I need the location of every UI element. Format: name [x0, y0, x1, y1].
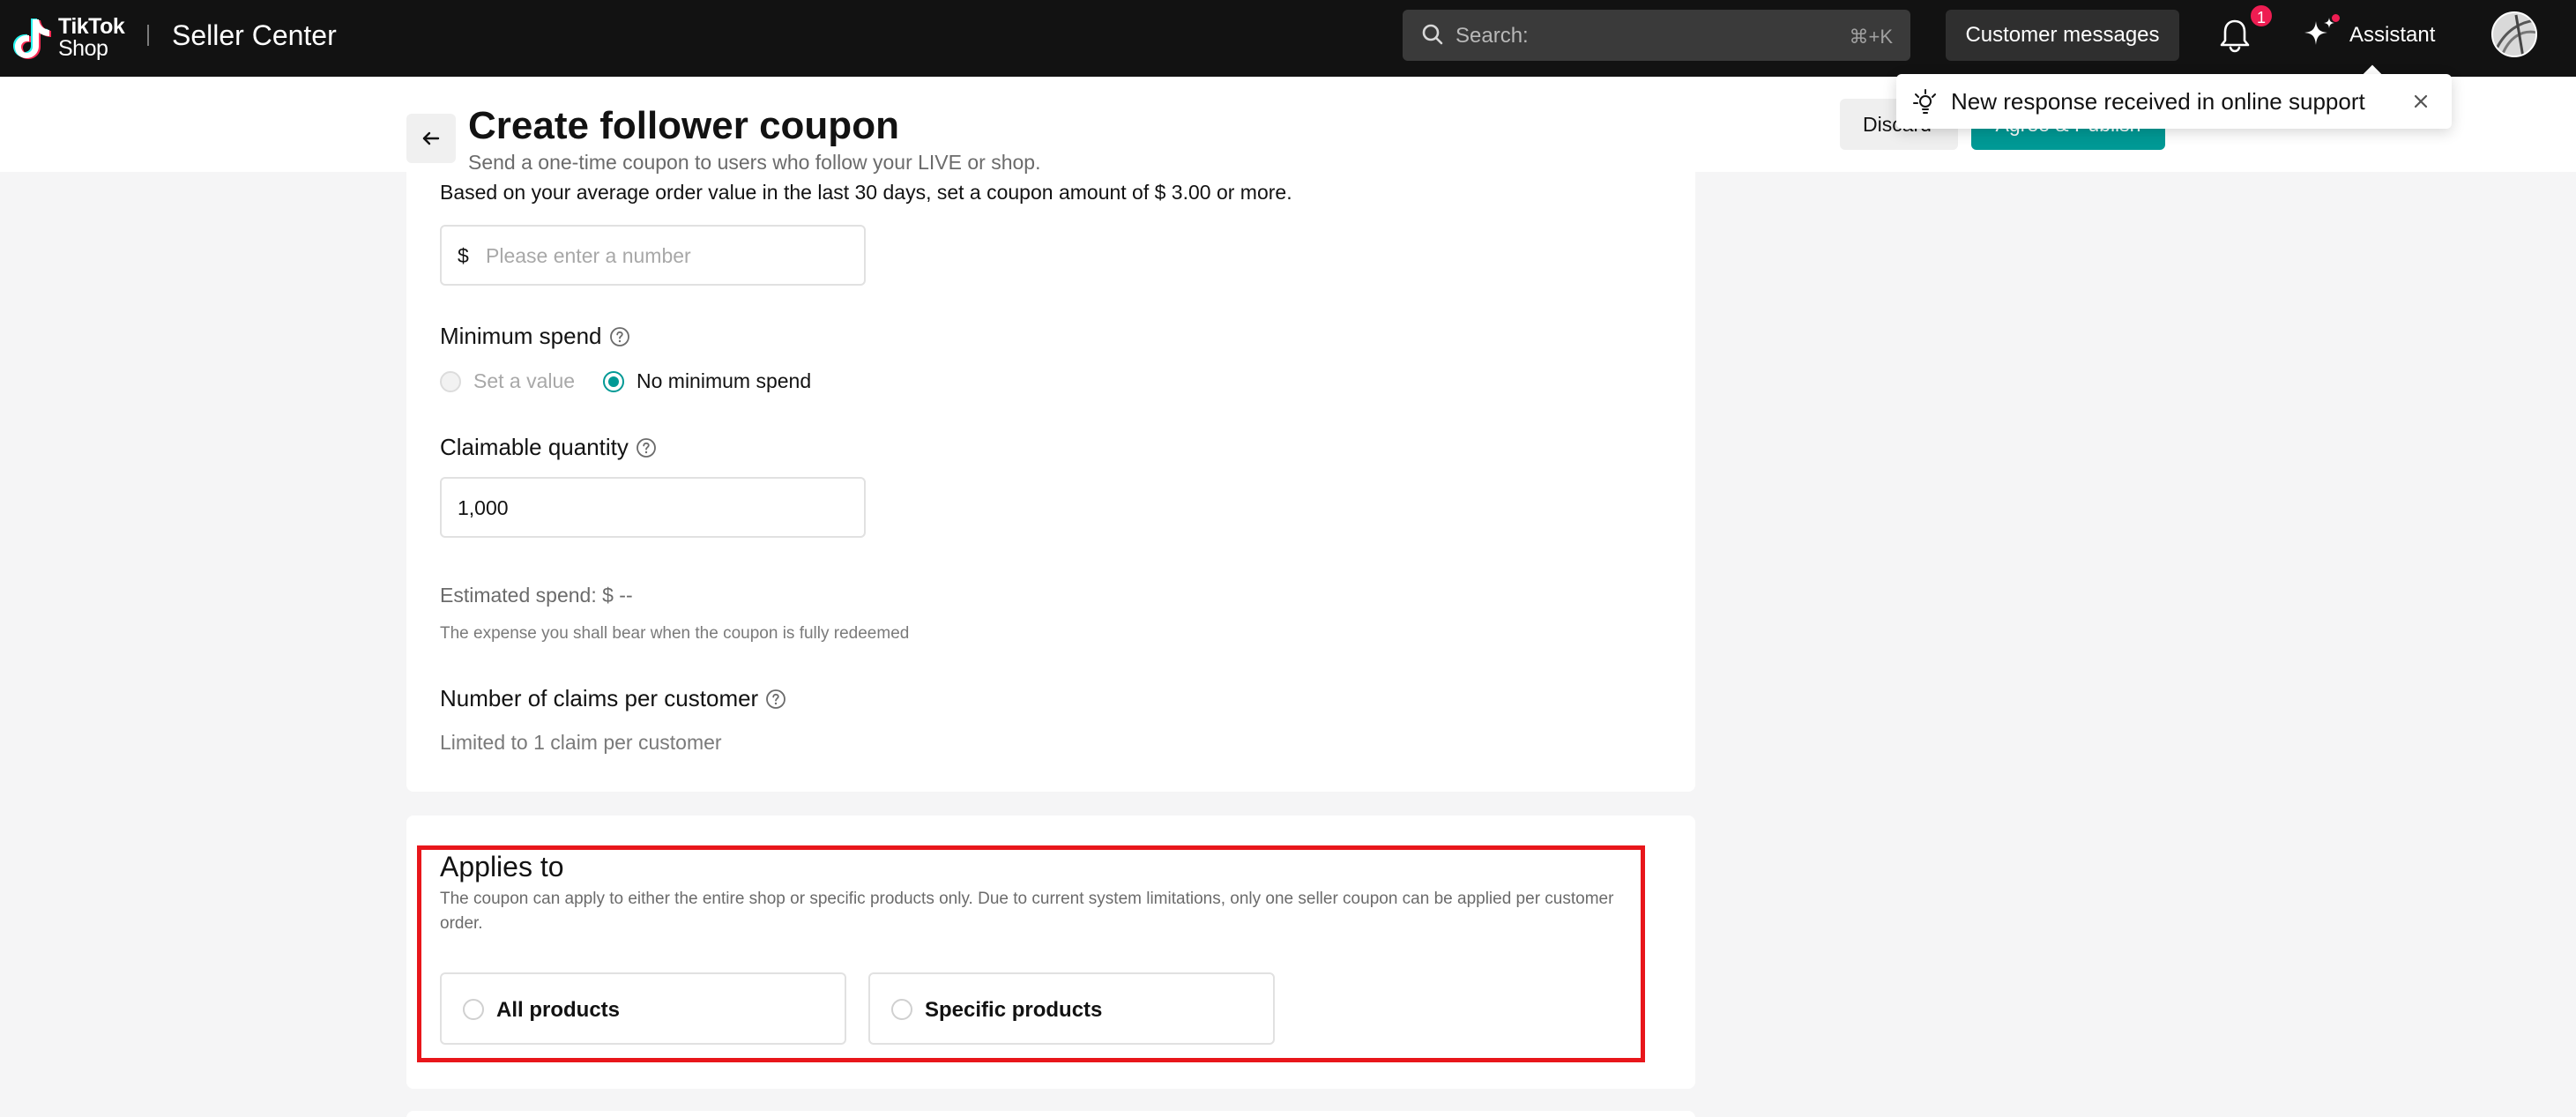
- minimum-spend-label-text: Minimum spend: [440, 323, 602, 349]
- sparkle-icon: [2304, 18, 2334, 45]
- logo-divider: [147, 25, 149, 46]
- currency-prefix: $: [458, 244, 469, 267]
- help-circle-icon[interactable]: [609, 326, 630, 347]
- option-specific-products[interactable]: Specific products: [868, 972, 1275, 1045]
- claims-per-customer-label: Number of claims per customer: [440, 685, 786, 712]
- minimum-spend-label: Minimum spend: [440, 323, 630, 350]
- toast-message: New response received in online support: [1951, 88, 2365, 115]
- tiktok-logo-icon: [13, 19, 51, 59]
- claimable-quantity-label-text: Claimable quantity: [440, 434, 629, 460]
- bell-icon[interactable]: [2219, 18, 2251, 53]
- help-circle-icon[interactable]: [765, 689, 786, 710]
- support-bulb-icon: [1913, 89, 1936, 114]
- tiktok-shop-logo[interactable]: TikTok Shop: [12, 12, 136, 65]
- assistant-label: Assistant: [2349, 23, 2436, 47]
- radio-button-selected[interactable]: [603, 370, 624, 392]
- logo-wordmark: TikTok Shop: [58, 14, 125, 61]
- page-subtitle: Send a one-time coupon to users who foll…: [468, 151, 1041, 174]
- applies-to-title: Applies to: [440, 851, 564, 882]
- avatar[interactable]: [2491, 11, 2537, 57]
- close-icon[interactable]: [2411, 92, 2431, 111]
- radio-button[interactable]: [463, 999, 484, 1020]
- coupon-amount-field[interactable]: $: [440, 225, 866, 286]
- estimated-spend-note: The expense you shall bear when the coup…: [440, 624, 910, 643]
- search-icon: [1422, 24, 1443, 45]
- notification-badge: 1: [2249, 4, 2274, 28]
- claimable-quantity-field[interactable]: [440, 477, 866, 538]
- top-navigation-bar: TikTok Shop Seller Center Search: ⌘+K Cu…: [0, 0, 2576, 77]
- help-circle-icon[interactable]: [636, 437, 657, 458]
- search-shortcut: ⌘+K: [1849, 26, 1893, 48]
- coupon-amount-input[interactable]: [486, 239, 838, 272]
- minimum-spend-option-set-value[interactable]: Set a value: [440, 369, 575, 393]
- avatar-image: [2493, 13, 2535, 56]
- radio-button[interactable]: [891, 999, 912, 1020]
- back-button[interactable]: [406, 114, 456, 163]
- page-title: Create follower coupon: [468, 104, 899, 147]
- claims-per-customer-label-text: Number of claims per customer: [440, 685, 759, 711]
- radio-label: No minimum spend: [637, 369, 812, 392]
- minimum-spend-option-no-minimum[interactable]: No minimum spend: [603, 369, 811, 393]
- option-label: Specific products: [925, 998, 1103, 1022]
- customer-messages-button[interactable]: Customer messages: [1946, 10, 2179, 61]
- applies-to-description: The coupon can apply to either the entir…: [440, 890, 1614, 933]
- claimable-quantity-label: Claimable quantity: [440, 434, 657, 461]
- estimated-spend: Estimated spend: $ --: [440, 584, 633, 607]
- search-placeholder: Search:: [1456, 24, 1529, 48]
- claimable-quantity-input[interactable]: [458, 491, 845, 525]
- support-toast[interactable]: New response received in online support: [1896, 74, 2452, 129]
- radio-button[interactable]: [440, 370, 461, 392]
- next-section-card: [406, 1111, 1695, 1117]
- coupon-amount-hint: Based on your average order value in the…: [440, 181, 1292, 204]
- back-arrow-icon: [422, 131, 440, 145]
- radio-label: Set a value: [473, 369, 576, 392]
- app-name: Seller Center: [172, 19, 337, 51]
- assistant-indicator-dot: [2332, 14, 2340, 22]
- option-label: All products: [496, 998, 621, 1022]
- option-all-products[interactable]: All products: [440, 972, 846, 1045]
- claims-per-customer-value: Limited to 1 claim per customer: [440, 731, 722, 754]
- global-search[interactable]: Search: ⌘+K: [1403, 10, 1910, 61]
